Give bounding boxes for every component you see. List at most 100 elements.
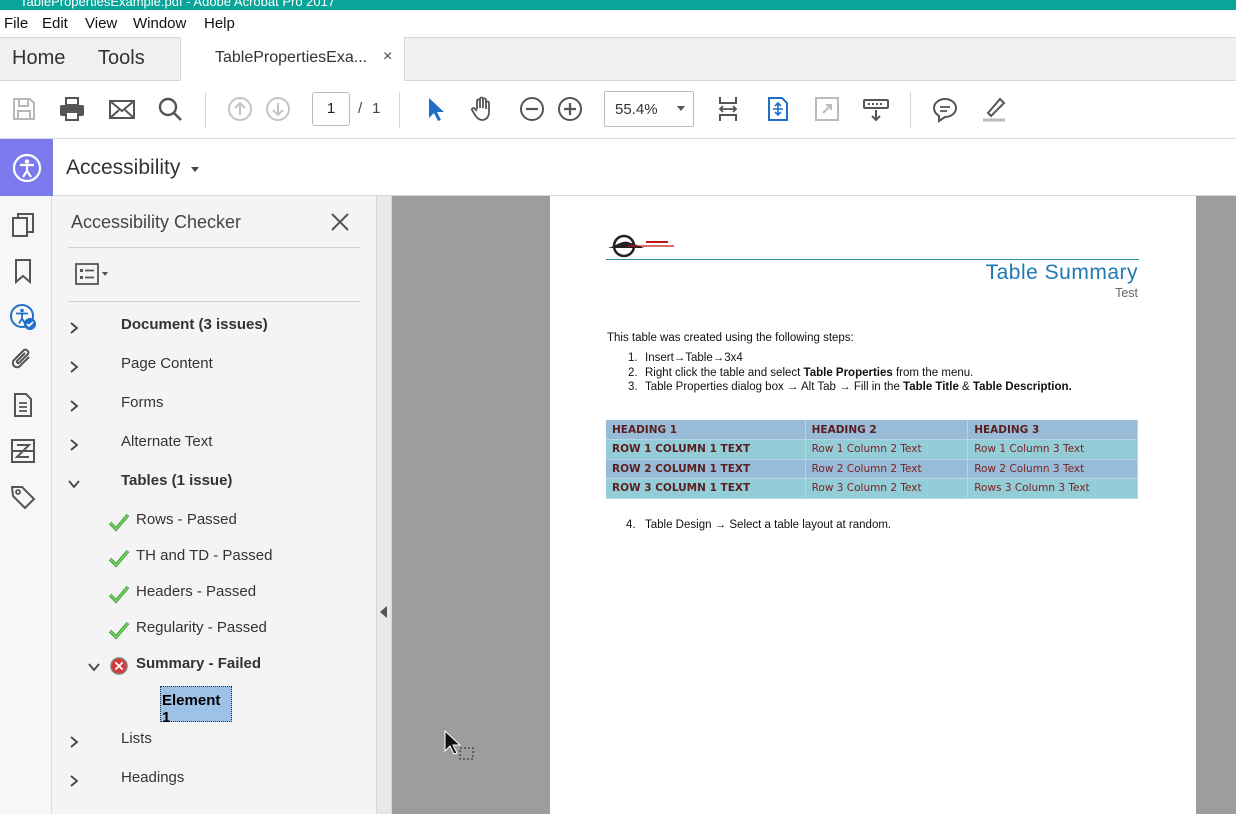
tree-item-headings[interactable]: Headings	[121, 769, 184, 793]
check-icon	[108, 621, 130, 640]
chevron-right-icon[interactable]	[66, 734, 82, 750]
page-number-input[interactable]: 1	[312, 92, 350, 126]
tree-item-headers[interactable]: Headers - Passed	[136, 583, 256, 607]
chevron-right-icon[interactable]	[66, 320, 82, 336]
tab-home[interactable]: Home	[12, 47, 65, 70]
tree-item-page-content[interactable]: Page Content	[121, 355, 213, 379]
tree-item-lists[interactable]: Lists	[121, 730, 152, 754]
tree-item-rows[interactable]: Rows - Passed	[136, 511, 237, 535]
table-cell: Row 2 Column 2 Text	[805, 459, 969, 479]
window-title: TablePropertiesExample.pdf - Adobe Acrob…	[20, 0, 336, 9]
table-header-cell: HEADING 2	[805, 420, 969, 440]
fit-page-icon[interactable]	[712, 93, 744, 125]
prev-page-icon[interactable]	[224, 93, 256, 125]
toolbar: 1 / 1 55.4%	[0, 81, 1236, 139]
comment-icon[interactable]	[929, 93, 961, 125]
tab-bar: Home Tools TablePropertiesExa... ×	[0, 37, 1236, 82]
full-screen-icon[interactable]	[811, 93, 843, 125]
attachment-icon[interactable]	[8, 344, 38, 374]
table-header-cell: HEADING 3	[967, 420, 1138, 440]
menu-help[interactable]: Help	[204, 15, 235, 32]
panel-title: Accessibility Checker	[71, 212, 242, 232]
tree-item-summary[interactable]: Summary - Failed	[136, 655, 261, 679]
tree-item-element-1[interactable]: Element 1	[160, 686, 232, 726]
options-menu-icon[interactable]	[74, 262, 112, 286]
compare-icon[interactable]	[8, 436, 38, 466]
menu-file[interactable]: File	[4, 15, 28, 32]
close-icon[interactable]	[328, 210, 352, 234]
mouse-cursor-icon	[444, 730, 474, 760]
select-tool-icon[interactable]	[418, 93, 450, 125]
step-number: 4.	[626, 519, 636, 531]
panel-divider	[68, 247, 360, 248]
page-total: 1	[372, 100, 381, 117]
left-rail	[0, 196, 52, 814]
rotate-icon[interactable]	[762, 93, 794, 125]
tree-item-alternate-text[interactable]: Alternate Text	[121, 433, 212, 457]
header-rule	[606, 259, 1139, 260]
tree-item-forms[interactable]: Forms	[121, 394, 164, 418]
tree-item-document[interactable]: Document (3 issues)	[121, 316, 268, 340]
tags-icon[interactable]	[8, 482, 38, 512]
chevron-right-icon[interactable]	[66, 437, 82, 453]
data-table: HEADING 1 HEADING 2 HEADING 3 ROW 1 COLU…	[606, 420, 1138, 499]
table-row: ROW 2 COLUMN 1 TEXT Row 2 Column 2 Text …	[606, 459, 1138, 479]
email-icon[interactable]	[106, 93, 138, 125]
tree-item-th-td[interactable]: TH and TD - Passed	[136, 547, 272, 571]
read-mode-icon[interactable]	[860, 93, 892, 125]
hand-tool-icon[interactable]	[467, 93, 499, 125]
accessibility-check-icon[interactable]	[8, 302, 38, 332]
chevron-down-icon[interactable]	[66, 476, 82, 492]
chevron-right-icon[interactable]	[66, 398, 82, 414]
toolbar-divider	[910, 92, 911, 128]
tab-tools[interactable]: Tools	[98, 47, 145, 70]
toolbar-divider	[205, 92, 206, 128]
next-page-icon[interactable]	[262, 93, 294, 125]
menu-edit[interactable]: Edit	[42, 15, 68, 32]
close-tab-icon[interactable]: ×	[383, 48, 392, 66]
chevron-right-icon[interactable]	[66, 773, 82, 789]
document-subtitle: Test	[1115, 286, 1138, 300]
check-icon	[108, 585, 130, 604]
menu-view[interactable]: View	[85, 15, 117, 32]
document-view[interactable]: Table Summary Test This table was create…	[392, 196, 1236, 814]
step-2-text: Right click the table and select Table P…	[645, 367, 974, 379]
tab-document-label: TablePropertiesExa...	[215, 49, 368, 66]
chevron-right-icon[interactable]	[66, 359, 82, 375]
pages-icon[interactable]	[8, 210, 38, 240]
table-cell: Row 2 Column 3 Text	[967, 459, 1138, 479]
table-header-cell: HEADING 1	[606, 420, 806, 440]
zoom-in-icon[interactable]	[554, 93, 586, 125]
step-number: 1.	[628, 352, 638, 364]
chevron-down-icon[interactable]	[86, 659, 102, 675]
zoom-select[interactable]: 55.4%	[604, 91, 694, 127]
intro-text: This table was created using the followi…	[607, 332, 854, 344]
check-icon	[108, 513, 130, 532]
zoom-out-icon[interactable]	[516, 93, 548, 125]
tree-item-tables[interactable]: Tables (1 issue)	[121, 472, 232, 496]
step-1-text: Insert→Table→3x4	[645, 352, 743, 364]
highlight-icon[interactable]	[978, 93, 1010, 125]
table-cell: Row 1 Column 2 Text	[805, 439, 969, 460]
document-icon[interactable]	[8, 390, 38, 420]
chevron-down-icon[interactable]	[191, 167, 199, 172]
collapse-panel-icon[interactable]	[380, 606, 387, 618]
chevron-down-icon	[677, 106, 685, 111]
bookmark-icon[interactable]	[8, 256, 38, 286]
page-separator: /	[358, 100, 363, 117]
company-logo	[608, 234, 674, 258]
save-icon[interactable]	[8, 93, 40, 125]
tool-title[interactable]: Accessibility	[66, 156, 180, 180]
tab-document[interactable]: TablePropertiesExa... ×	[180, 37, 405, 82]
toolbar-divider	[399, 92, 400, 128]
panel-divider	[68, 301, 360, 302]
accessibility-checker-panel: Accessibility Checker Document (3 issues…	[52, 196, 376, 814]
menu-window[interactable]: Window	[133, 15, 186, 32]
accessibility-icon[interactable]	[0, 139, 53, 196]
print-icon[interactable]	[56, 93, 88, 125]
search-icon[interactable]	[154, 93, 186, 125]
table-cell: Row 1 Column 3 Text	[967, 439, 1138, 460]
tree-item-regularity[interactable]: Regularity - Passed	[136, 619, 267, 643]
table-row: ROW 1 COLUMN 1 TEXT Row 1 Column 2 Text …	[606, 439, 1138, 460]
panel-splitter[interactable]	[376, 196, 392, 814]
